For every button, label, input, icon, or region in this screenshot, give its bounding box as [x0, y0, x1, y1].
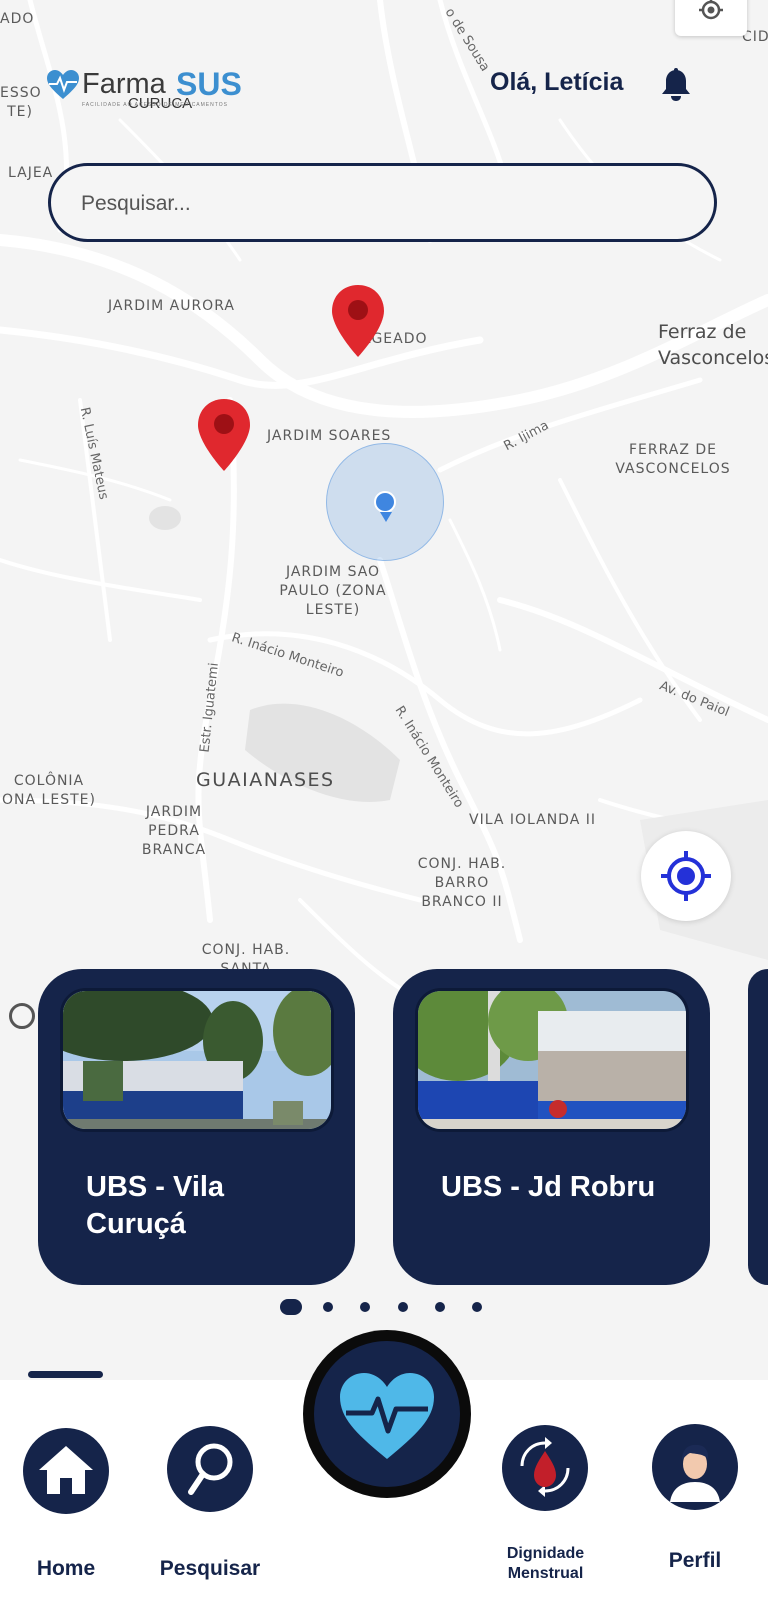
ubs-photo [415, 988, 689, 1132]
heading-arrow-icon [380, 512, 392, 522]
map-label-esso: ESSO TE) [0, 85, 42, 120]
heart-pulse-icon [340, 1373, 434, 1459]
map-label-ado: ADO [0, 11, 35, 27]
app-logo: Farma SUS CURUCA FACILIDADE AO ACESSO DE… [46, 66, 246, 116]
search-bar[interactable] [48, 163, 717, 242]
nav-label-perfil: Perfil [668, 1549, 722, 1572]
nav-label-search: Pesquisar [159, 1557, 261, 1580]
nav-label-home: Home [36, 1557, 96, 1580]
ubs-card[interactable]: UBS - Jd Robru [393, 969, 710, 1285]
carousel-dot[interactable] [472, 1302, 482, 1312]
avatar-icon [652, 1424, 738, 1510]
carousel-dot[interactable] [435, 1302, 445, 1312]
map-label-barro-branco: CONJ. HAB. BARRO BRANCO II [417, 856, 507, 910]
user-location-marker [326, 443, 444, 561]
map-label-vila-iolanda: VILA IOLANDA II [469, 812, 596, 828]
map-label-guaianases: GUAIANASES [196, 769, 335, 791]
crosshair-icon [661, 851, 711, 901]
nav-label-dignidade: Dignidade Menstrual [506, 1545, 585, 1582]
carousel-dot-active[interactable] [280, 1299, 302, 1315]
user-location-dot [374, 491, 396, 513]
heart-pulse-icon [47, 70, 79, 99]
locate-me-button[interactable] [641, 831, 731, 921]
map-label-ferraz-district: FERRAZ DE VASCONCELOS [615, 442, 731, 477]
magnifier-icon [167, 1426, 253, 1512]
map-label-conj-hab-santa: CONJ. HAB. SANTA [201, 942, 291, 969]
map-label-lajeado-left: LAJEA [8, 165, 54, 181]
menstrual-cycle-icon [502, 1425, 588, 1511]
map-label-colonia: COLÔNIA ONA LESTE) [2, 773, 96, 808]
map-label-ferraz-city: Ferraz de Vasconcelos [658, 321, 768, 369]
ubs-photo [60, 988, 334, 1132]
nav-center-button[interactable] [303, 1330, 471, 1498]
home-icon [23, 1428, 109, 1514]
map-pin-icon[interactable] [196, 397, 252, 473]
logo-tagline: FACILIDADE AO ACESSO DE MEDICAMENTOS [82, 102, 228, 108]
map-pin-icon[interactable] [330, 283, 386, 359]
greeting-text: Olá, Letícia [490, 68, 624, 96]
carousel-dot[interactable] [398, 1302, 408, 1312]
carousel-dot[interactable] [323, 1302, 333, 1312]
map-label-jardim-pedra-branca: JARDIM PEDRA BRANCA [141, 804, 207, 858]
crosshair-icon [699, 0, 723, 20]
bell-icon[interactable] [660, 68, 692, 102]
google-logo-icon: G [9, 1003, 35, 1029]
ubs-card[interactable]: UBS - Vila Curuçá [38, 969, 355, 1285]
carousel-dot[interactable] [360, 1302, 370, 1312]
map-compass-button[interactable] [675, 0, 747, 36]
map-label-jardim-sao-paulo: JARDIM SAO PAULO (ZONA LESTE) [279, 564, 387, 618]
search-input[interactable] [79, 184, 683, 224]
ubs-name: UBS - Jd Robru [441, 1171, 656, 1203]
nav-active-indicator [28, 1371, 103, 1378]
ubs-card-partial[interactable] [748, 969, 768, 1285]
ubs-name: UBS - Vila Curuçá [86, 1171, 225, 1240]
map-label-jardim-aurora: JARDIM AURORA [108, 298, 235, 314]
